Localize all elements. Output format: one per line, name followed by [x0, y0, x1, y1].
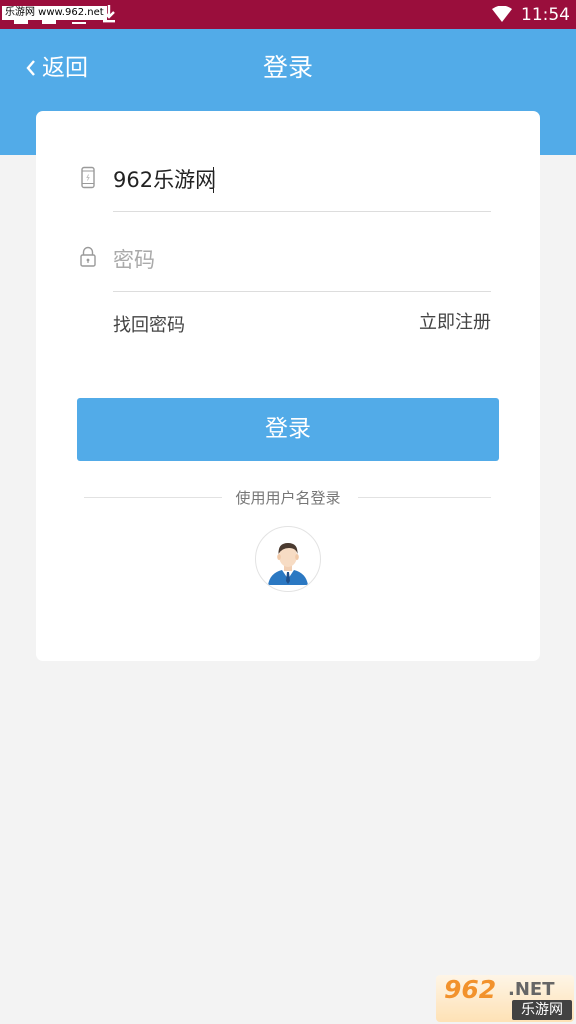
- brand-name: 乐游网: [512, 1000, 572, 1020]
- brand-logo: 962 .NET 乐游网: [436, 975, 574, 1022]
- login-button[interactable]: 登录: [77, 398, 499, 461]
- separator-line-right: [358, 497, 491, 498]
- mobile-phone-icon: [81, 166, 95, 189]
- divider: [113, 291, 491, 292]
- page-title: 登录: [262, 53, 313, 82]
- login-card: 找回密码 立即注册 登录 使用用户名登录: [36, 111, 540, 661]
- status-bar: 乐游网 www.962.net 11:54: [0, 0, 576, 29]
- clock: 11:54: [521, 5, 570, 25]
- forgot-password-link[interactable]: 找回密码: [113, 313, 185, 339]
- lock-icon: [80, 246, 96, 267]
- user-avatar-icon: [268, 543, 308, 585]
- wifi-icon: [492, 6, 512, 22]
- notification-icon: [72, 22, 86, 24]
- password-input[interactable]: [113, 245, 413, 275]
- account-input[interactable]: [113, 165, 413, 195]
- text-cursor: [213, 167, 214, 193]
- username-login-button[interactable]: [255, 526, 321, 592]
- download-icon: [103, 5, 115, 23]
- brand-suffix: .NET: [508, 979, 555, 1000]
- divider: [113, 211, 491, 212]
- username-login-label: 使用用户名登录: [235, 489, 341, 507]
- notification-icon: [14, 18, 28, 24]
- notification-icon: [42, 18, 56, 24]
- register-link[interactable]: 立即注册: [419, 310, 491, 336]
- brand-number: 962: [444, 975, 497, 1004]
